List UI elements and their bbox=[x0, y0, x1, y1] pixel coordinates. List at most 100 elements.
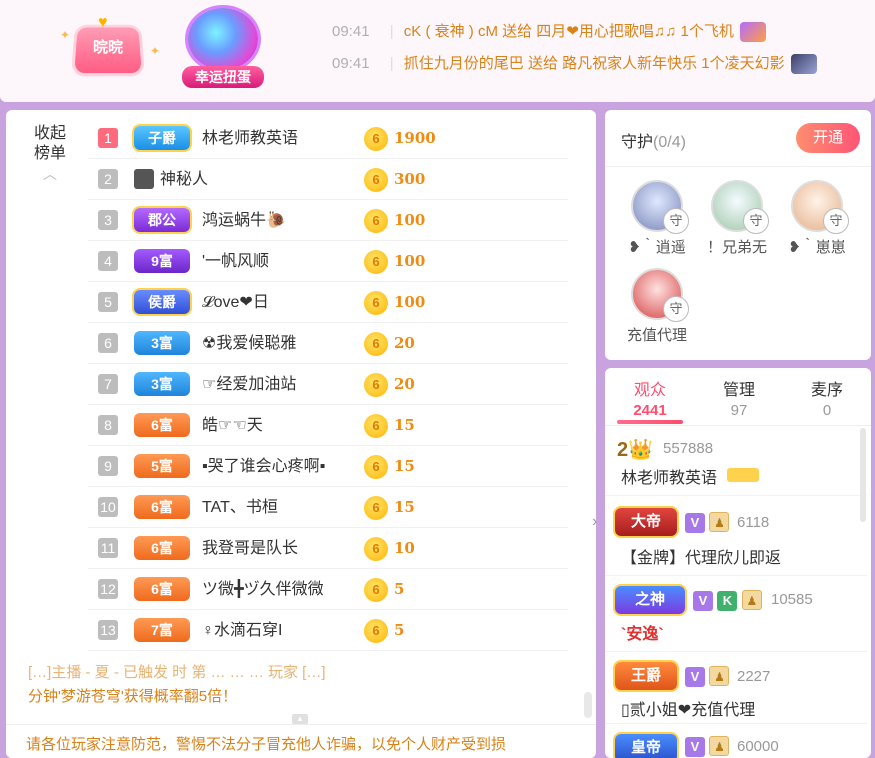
car-gift-icon bbox=[790, 54, 817, 75]
open-guard-button[interactable]: 开通 bbox=[796, 123, 860, 153]
manager-icon: ♟ bbox=[709, 736, 730, 756]
avatar: 守 bbox=[631, 180, 689, 234]
user-name: 林老师教英语 bbox=[202, 130, 299, 147]
guard-member[interactable]: 守 ❥｀逍遥 bbox=[617, 180, 697, 257]
guard-title: 守护(0/4) bbox=[621, 134, 686, 151]
rank-row[interactable]: 10 6富 TAT、书桓 6 15 bbox=[88, 487, 568, 528]
v-icon: V bbox=[685, 737, 705, 757]
rank-row[interactable]: 7 3富 ☞经爱加油站 6 20 bbox=[88, 364, 568, 405]
rank-row[interactable]: 8 6富 皓☞☜天 6 15 bbox=[88, 405, 568, 446]
rank-row[interactable]: 1 子爵 林老师教英语 6 1900 bbox=[88, 118, 568, 159]
collapse-label: 收起 bbox=[33, 125, 66, 142]
guard-icon: 守 bbox=[823, 208, 849, 234]
guard-name: ！兄弟无 bbox=[706, 239, 767, 256]
sparkle-icon: ✦ bbox=[150, 44, 161, 58]
collapse-rank-button[interactable]: 收起 榜单 ︿ bbox=[26, 124, 74, 184]
user-name: ▪哭了谁会心疼啊▪ bbox=[202, 458, 326, 475]
lucky-egg-button[interactable]: 幸运扭蛋 bbox=[182, 6, 264, 90]
guard-member[interactable]: 守 ！兄弟无 bbox=[697, 180, 777, 257]
rank-row[interactable]: 9 5富 ▪哭了谁会心疼啊▪ 6 15 bbox=[88, 446, 568, 487]
user-id: 6118 bbox=[737, 514, 770, 531]
audience-item[interactable]: 皇帝 V ♟ 60000 bbox=[605, 724, 867, 758]
airplane-gift-icon bbox=[740, 22, 767, 43]
user-name: '一帆风顺 bbox=[202, 253, 270, 270]
message-text: cK ( 衰神 ) cM 送给 四月❤用心把歌唱♫♫ 1个飞机 bbox=[403, 23, 734, 40]
coin-icon: 6 bbox=[364, 537, 388, 561]
scrollbar[interactable] bbox=[584, 692, 592, 718]
rank-row[interactable]: 5 侯爵 𝓛ove❤日 6 100 bbox=[88, 282, 568, 323]
scrollbar[interactable] bbox=[860, 428, 866, 522]
rank-row[interactable]: 2 神秘人 6 300 bbox=[88, 159, 568, 200]
tab-audience[interactable]: 观众 2441 bbox=[610, 376, 690, 419]
rank-number: 1 bbox=[98, 128, 118, 148]
audience-item[interactable]: 大帝 V ♟ 6118 【金牌】代理欣儿即返 bbox=[605, 496, 867, 576]
rank-number: 2 bbox=[98, 169, 118, 189]
badge-row: V ♟ bbox=[685, 736, 730, 757]
user-name: 𝓛ove❤日 bbox=[202, 294, 269, 311]
rank-row[interactable]: 4 9富 '一帆风顺 6 100 bbox=[88, 241, 568, 282]
wealth-badge: 3富 bbox=[134, 372, 190, 396]
level-badge: 大帝 bbox=[615, 508, 677, 536]
rank-number: 5 bbox=[98, 292, 118, 312]
guard-name: ❥｀崽崽 bbox=[788, 239, 846, 256]
contribution-value: 20 bbox=[394, 375, 415, 393]
wealth-badge: 6富 bbox=[134, 536, 190, 560]
audience-panel: 观众 2441 管理 97 麦序 0 2👑 557888 林老师教英语 大帝 V… bbox=[605, 368, 871, 758]
guard-icon: 守 bbox=[743, 208, 769, 234]
rank-row[interactable]: 13 7富 ♀水滴石穿I 6 5 bbox=[88, 610, 568, 651]
tab-count: 0 bbox=[822, 402, 832, 419]
noble-badge: 侯爵 bbox=[134, 290, 190, 314]
wealth-badge: 6富 bbox=[134, 577, 190, 601]
chevron-right-icon[interactable]: › bbox=[592, 513, 597, 531]
rank-row[interactable]: 3 郡公 鸿运蜗牛🐌 6 100 bbox=[88, 200, 568, 241]
manager-icon: ♟ bbox=[709, 666, 730, 686]
gashapon-icon bbox=[188, 8, 258, 70]
contribution-value: 100 bbox=[394, 211, 426, 229]
warning-notice: 请各位玩家注意防范，警惕不法分子冒充他人诈骗，以免个人财产受到损 bbox=[6, 724, 596, 758]
contribution-value: 100 bbox=[394, 252, 426, 270]
rank-number: 13 bbox=[98, 620, 118, 640]
coin-icon: 6 bbox=[364, 127, 388, 151]
contribution-value: 10 bbox=[394, 539, 415, 557]
message-text: 抓住九月份的尾巴 送给 路凡祝家人新年快乐 1个凌天幻影 bbox=[403, 55, 785, 72]
user-name: 我登哥是队长 bbox=[202, 540, 299, 557]
rank-number: 4 bbox=[98, 251, 118, 271]
mystery-user-icon bbox=[134, 169, 154, 189]
noble-badge: 子爵 bbox=[134, 126, 190, 150]
wealth-badge: 7富 bbox=[134, 618, 190, 642]
rank-list: 1 子爵 林老师教英语 6 1900 2 神秘人 6 300 3 郡公 鸿运蜗牛… bbox=[88, 118, 568, 651]
level-badge: 皇帝 bbox=[615, 734, 677, 758]
avatar: 守 bbox=[631, 268, 689, 322]
coin-icon: 6 bbox=[364, 332, 388, 356]
wealth-badge: 3富 bbox=[134, 331, 190, 355]
user-name: `安逸` bbox=[621, 626, 664, 643]
user-name: ♀水滴石穿I bbox=[202, 622, 283, 639]
user-name: ツ微╋ヅ久伴微微 bbox=[202, 581, 324, 598]
guard-member[interactable]: 守 ❥｀崽崽 bbox=[777, 180, 857, 257]
gift-message: 09:41 | 抓住九月份的尾巴 送给 路凡祝家人新年快乐 1个凌天幻影 bbox=[332, 52, 817, 84]
level-badge: 王爵 bbox=[615, 662, 677, 690]
v-icon: V bbox=[685, 667, 705, 687]
audience-item[interactable]: 王爵 V ♟ 2227 ▯贰小姐❤充值代理 bbox=[605, 652, 867, 724]
rank-row[interactable]: 12 6富 ツ微╋ヅ久伴微微 6 5 bbox=[88, 569, 568, 610]
guard-count: (0/4) bbox=[653, 134, 686, 151]
tab-mic-queue[interactable]: 麦序 0 bbox=[787, 376, 867, 419]
contribution-value: 20 bbox=[394, 334, 415, 352]
heart-badge[interactable]: ♥ 晥晥 bbox=[70, 14, 146, 76]
k-icon: K bbox=[717, 591, 738, 611]
badge-row: V ♟ bbox=[685, 512, 730, 533]
contribution-value: 1900 bbox=[394, 129, 436, 147]
rank-row[interactable]: 6 3富 ☢我爱候聪雅 6 20 bbox=[88, 323, 568, 364]
user-name: 林老师教英语 bbox=[621, 470, 718, 487]
rank-row[interactable]: 11 6富 我登哥是队长 6 10 bbox=[88, 528, 568, 569]
tab-label: 观众 bbox=[633, 382, 666, 399]
rank-number: 6 bbox=[98, 333, 118, 353]
guard-name: 充值代理 bbox=[626, 327, 687, 344]
tab-admin[interactable]: 管理 97 bbox=[699, 376, 779, 419]
expand-up-icon[interactable]: ▲ bbox=[292, 714, 308, 724]
audience-item[interactable]: 之神 V K ♟ 10585 `安逸` bbox=[605, 576, 867, 652]
audience-item[interactable]: 2👑 557888 林老师教英语 bbox=[605, 426, 867, 496]
guard-member[interactable]: 守 充值代理 bbox=[617, 268, 697, 345]
collapse-label: 榜单 bbox=[33, 145, 66, 162]
rank-number: 7 bbox=[98, 374, 118, 394]
